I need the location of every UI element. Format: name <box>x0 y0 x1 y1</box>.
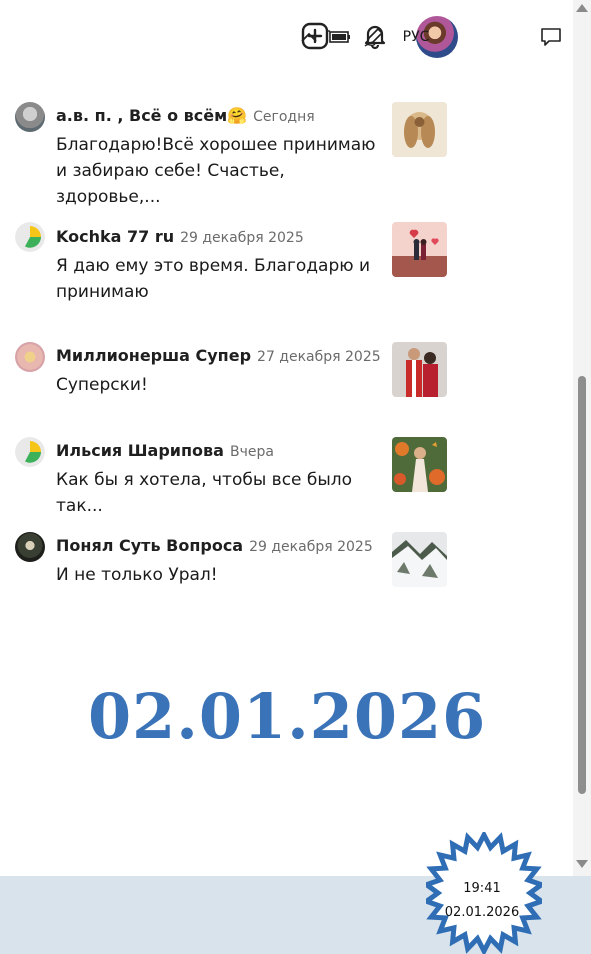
comment-date: Вчера <box>229 444 274 460</box>
default-avatar-icon <box>15 222 45 252</box>
post-thumbnail[interactable] <box>392 222 447 277</box>
post-thumbnail[interactable] <box>392 102 447 157</box>
snowy-forest-image-icon <box>392 532 447 587</box>
avatar[interactable] <box>15 102 45 132</box>
post-thumbnail[interactable] <box>392 532 447 587</box>
comment-author[interactable]: Миллионерша Супер 27 декабря 2025 <box>56 346 381 365</box>
clock-time[interactable]: 19:41 <box>444 881 520 896</box>
comment-author[interactable]: Понял Суть Вопроса 29 декабря 2025 <box>56 536 373 555</box>
battery-button[interactable] <box>326 12 354 62</box>
overlay-date: 02.01.2026 <box>88 680 487 753</box>
comment-date: 29 декабря 2025 <box>249 539 373 555</box>
couple-hearts-image-icon <box>392 222 447 277</box>
twins-image-icon <box>392 102 447 157</box>
pen-workspace-button[interactable] <box>360 12 388 62</box>
show-hidden-icons-button[interactable] <box>296 12 322 62</box>
avatar[interactable] <box>15 532 45 562</box>
comment-text[interactable]: Как бы я хотела, чтобы все было так... <box>56 467 386 519</box>
scroll-up-arrow-icon[interactable] <box>576 4 588 12</box>
chevron-up-icon <box>301 32 317 42</box>
woman-garden-image-icon <box>392 437 447 492</box>
comment-date: 27 декабря 2025 <box>257 349 381 365</box>
avatar[interactable] <box>15 222 45 252</box>
avatar[interactable] <box>15 342 45 372</box>
notification-center-button[interactable] <box>536 12 566 62</box>
comment-date: Сегодня <box>253 109 315 125</box>
post-thumbnail[interactable] <box>392 437 447 492</box>
avatar[interactable] <box>15 437 45 467</box>
pen-icon <box>364 28 383 47</box>
battery-icon <box>328 30 350 43</box>
hugging-face-emoji-icon: 🤗 <box>227 106 248 125</box>
couple-red-jacket-image-icon <box>392 342 447 397</box>
comment-text[interactable]: Благодарю!Всё хорошее принимаю и забираю… <box>56 132 386 210</box>
input-language-button[interactable]: РУС <box>398 12 434 62</box>
post-thumbnail[interactable] <box>392 342 447 397</box>
scroll-down-arrow-icon[interactable] <box>576 860 588 868</box>
comment-text[interactable]: И не только Урал! <box>56 562 386 588</box>
comment-author[interactable]: Ильсия Шарипова Вчера <box>56 441 274 460</box>
comment-text[interactable]: Суперски! <box>56 372 386 398</box>
comment-author[interactable]: а.в. п. , Всё о всём🤗 Сегодня <box>56 106 315 125</box>
message-bubble-icon <box>541 28 561 46</box>
comment-text[interactable]: Я даю ему это время. Благодарю и принима… <box>56 253 386 305</box>
default-avatar-icon <box>15 437 45 467</box>
comment-author[interactable]: Kochka 77 ru 29 декабря 2025 <box>56 227 304 246</box>
comment-date: 29 декабря 2025 <box>180 230 304 246</box>
scrollbar-thumb[interactable] <box>578 376 586 794</box>
clock-date[interactable]: 02.01.2026 <box>440 905 524 920</box>
